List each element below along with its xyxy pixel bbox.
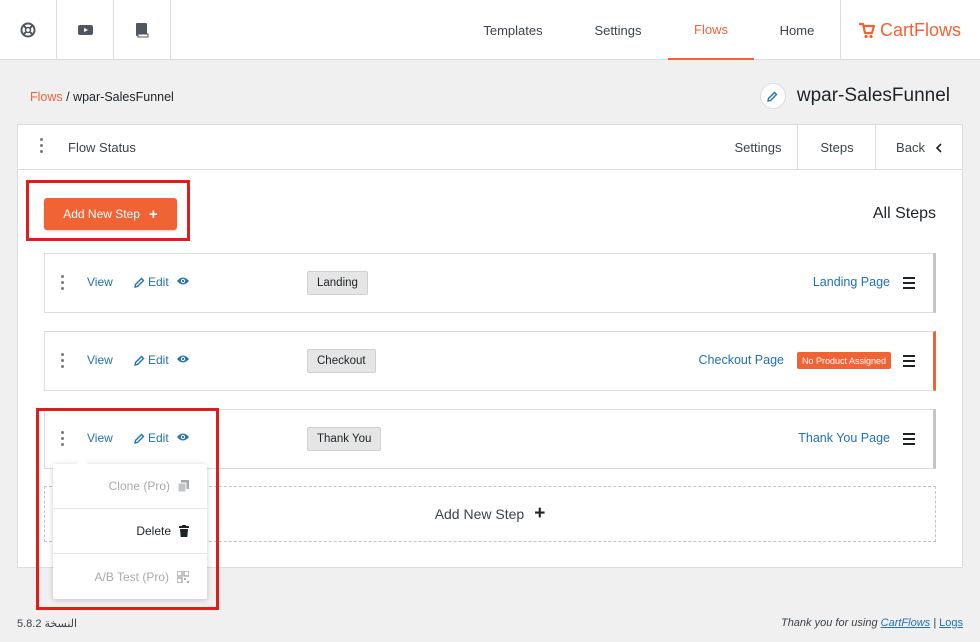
step-edit-link[interactable]: Edit [134, 353, 169, 367]
cartflows-logo-icon [859, 22, 875, 39]
footer-version: 5.8.2 النسخة [17, 618, 78, 630]
flow-status-label: Flow Status [68, 140, 136, 155]
pencil-icon [134, 355, 145, 366]
step-view-link[interactable]: View [87, 275, 113, 289]
tab-steps[interactable]: Steps [797, 125, 876, 170]
flow-title-group: wpar-SalesFunnel [760, 84, 950, 108]
eye-icon[interactable] [176, 276, 190, 286]
step-row-checkout: View Edit Checkout Checkout Page No Prod… [44, 331, 936, 391]
nav-flows[interactable]: Flows [668, 0, 754, 60]
pencil-icon [767, 91, 778, 102]
logo-text: CartFlows [880, 19, 962, 40]
edit-title-button[interactable] [760, 84, 785, 108]
cartflows-logo[interactable]: CartFlows [840, 0, 980, 60]
nav-home[interactable]: Home [764, 0, 830, 60]
chevron-left-icon [935, 142, 942, 153]
step-kebab-icon[interactable] [61, 275, 64, 290]
add-new-step-dashed-label: Add New Step [434, 506, 525, 522]
breadcrumb-separator: / [62, 90, 74, 104]
step-kebab-icon[interactable] [61, 353, 64, 368]
step-edit-label: Edit [148, 275, 169, 289]
tab-back[interactable]: Back [875, 125, 962, 170]
flow-title: wpar-SalesFunnel [796, 85, 950, 106]
flow-options-kebab-icon[interactable] [40, 138, 43, 153]
drag-handle-icon[interactable] [903, 355, 915, 367]
footer-separator: | [930, 617, 940, 629]
footer-cartflows-link[interactable]: CartFlows [881, 617, 931, 629]
step-edit-link[interactable]: Edit [134, 275, 169, 289]
drag-handle-icon[interactable] [903, 277, 915, 289]
breadcrumb: Flows / wpar-SalesFunnel [30, 90, 174, 104]
step-type-tag: Thank You [307, 427, 382, 451]
tab-back-label: Back [896, 140, 925, 155]
support-icon-button[interactable] [0, 0, 57, 59]
step-page-link[interactable]: Landing Page [813, 275, 890, 289]
drag-handle-icon[interactable] [903, 433, 915, 445]
panel-header: Flow Status Settings Steps Back [18, 125, 962, 170]
support-icon [20, 22, 36, 37]
nav-templates[interactable]: Templates [470, 0, 556, 60]
docs-book-icon [136, 22, 149, 37]
top-bar: Templates Settings Flows Home CartFlows [0, 0, 980, 60]
youtube-icon-button[interactable] [57, 0, 114, 59]
plus-icon: + [534, 503, 546, 524]
eye-icon[interactable] [176, 354, 190, 364]
step-type-tag: Landing [307, 271, 368, 295]
highlight-step-options [36, 408, 219, 610]
footer-credit: Thank you for using CartFlows | Logs [781, 617, 963, 629]
step-row-landing: View Edit Landing Landing Page [44, 253, 936, 313]
breadcrumb-flows-link[interactable]: Flows [30, 90, 63, 104]
footer-logs-link[interactable]: Logs [939, 617, 963, 629]
footer-thanks-text: Thank you for using [780, 617, 881, 629]
breadcrumb-current: wpar-SalesFunnel [73, 90, 174, 104]
step-view-link[interactable]: View [87, 353, 113, 367]
youtube-icon [77, 24, 93, 35]
tab-settings[interactable]: Settings [718, 125, 798, 170]
step-type-tag: Checkout [307, 349, 376, 373]
pencil-icon [134, 277, 145, 288]
step-page-link[interactable]: Thank You Page [798, 431, 890, 445]
all-steps-title: All Steps [872, 205, 936, 222]
docs-icon-button[interactable] [114, 0, 171, 59]
step-page-link[interactable]: Checkout Page [699, 353, 784, 367]
highlight-add-new-step [26, 180, 190, 241]
step-edit-label: Edit [148, 353, 169, 367]
nav-settings[interactable]: Settings [576, 0, 660, 60]
no-product-badge: No Product Assigned [796, 352, 891, 369]
